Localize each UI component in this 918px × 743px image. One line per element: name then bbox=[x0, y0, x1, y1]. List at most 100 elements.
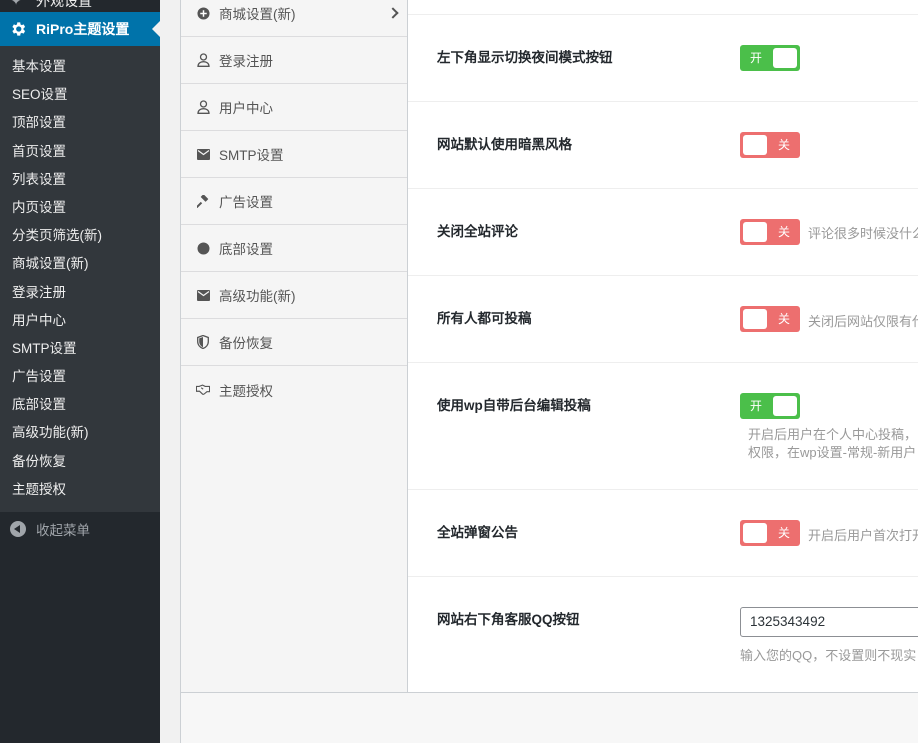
switch-knob bbox=[773, 396, 797, 416]
shield-icon bbox=[196, 335, 210, 349]
switch-knob bbox=[773, 48, 797, 68]
user-icon bbox=[196, 100, 210, 114]
switch-knob bbox=[743, 523, 767, 543]
handshake-icon bbox=[196, 383, 210, 397]
circle-icon bbox=[196, 241, 210, 255]
field-site-popup-notice: 全站弹窗公告 关 开启后用户首次打开 bbox=[408, 490, 918, 577]
nav-item-label: 高级功能(新) bbox=[219, 289, 296, 304]
settings-fields: 左下角显示切换夜间模式按钮 开 网站默认使用暗黑风格 关 关闭全站评论 关 评论… bbox=[408, 0, 918, 692]
nav-item-label: 商城设置(新) bbox=[219, 7, 296, 22]
submenu-item-advanced[interactable]: 高级功能(新) bbox=[0, 419, 160, 447]
submenu-item-category-filter[interactable]: 分类页筛选(新) bbox=[0, 222, 160, 250]
field-description: 权限，在wp设置-常规-新用户 bbox=[748, 445, 917, 460]
admin-submenu: 基本设置 SEO设置 顶部设置 首页设置 列表设置 内页设置 分类页筛选(新) … bbox=[0, 46, 160, 512]
settings-nav: 商城设置(新) 登录注册 用户中心 SMTP设置 广告设置 底部设置 高级功能(… bbox=[181, 0, 408, 692]
menu-item-label: 外观设置 bbox=[36, 0, 92, 10]
menu-item-ripro-settings[interactable]: RiPro主题设置 bbox=[0, 12, 160, 46]
nav-item-label: 登录注册 bbox=[219, 54, 273, 69]
submenu-item-user-center[interactable]: 用户中心 bbox=[0, 307, 160, 335]
field-close-comments: 关闭全站评论 关 评论很多时候没什么 bbox=[408, 189, 918, 276]
menu-item-appearance-cut[interactable]: ✦ 外观设置 bbox=[0, 0, 160, 12]
envelope-icon bbox=[196, 288, 210, 302]
nav-item-label: SMTP设置 bbox=[219, 148, 284, 163]
switch-knob bbox=[743, 135, 767, 155]
toggle-switch[interactable]: 关 bbox=[740, 306, 800, 332]
submenu-item-shop[interactable]: 商城设置(新) bbox=[0, 250, 160, 278]
field-description: 开启后用户首次打开 bbox=[808, 528, 918, 543]
plus-circle-icon bbox=[196, 6, 210, 20]
toggle-switch[interactable]: 关 bbox=[740, 219, 800, 245]
field-title: 全站弹窗公告 bbox=[437, 525, 518, 540]
switch-label: 关 bbox=[777, 138, 790, 152]
field-qq-service-button: 网站右下角客服QQ按钮 1325343492 输入您的QQ，不设置则不现实 bbox=[408, 577, 918, 692]
switch-label: 关 bbox=[777, 312, 790, 326]
field-title: 网站右下角客服QQ按钮 bbox=[437, 612, 580, 627]
submenu-item-header[interactable]: 顶部设置 bbox=[0, 109, 160, 137]
toggle-switch[interactable]: 开 bbox=[740, 393, 800, 419]
current-menu-arrow bbox=[152, 21, 160, 37]
submenu-item-list[interactable]: 列表设置 bbox=[0, 166, 160, 194]
submenu-item-license[interactable]: 主题授权 bbox=[0, 476, 160, 504]
nav-item-user-center[interactable]: 用户中心 bbox=[181, 84, 407, 131]
field-description: 关闭后网站仅限有代 bbox=[808, 314, 918, 329]
switch-label: 开 bbox=[750, 51, 763, 65]
nav-item-label: 主题授权 bbox=[219, 383, 273, 399]
toggle-switch[interactable]: 关 bbox=[740, 520, 800, 546]
field-title: 所有人都可投稿 bbox=[437, 311, 532, 326]
submenu-item-footer[interactable]: 底部设置 bbox=[0, 391, 160, 419]
nav-item-label: 备份恢复 bbox=[219, 336, 273, 351]
switch-knob bbox=[743, 309, 767, 329]
nav-item-label: 用户中心 bbox=[219, 101, 273, 116]
toggle-switch[interactable]: 关 bbox=[740, 132, 800, 158]
switch-label: 开 bbox=[750, 399, 763, 413]
collapse-menu-button[interactable]: 收起菜单 bbox=[0, 514, 160, 544]
admin-sidebar: ✦ 外观设置 RiPro主题设置 基本设置 SEO设置 顶部设置 首页设置 列表… bbox=[0, 0, 160, 743]
settings-panel: 商城设置(新) 登录注册 用户中心 SMTP设置 广告设置 底部设置 高级功能(… bbox=[180, 0, 918, 693]
field-row-cut bbox=[408, 0, 918, 15]
field-description: 评论很多时候没什么 bbox=[808, 226, 918, 241]
envelope-icon bbox=[196, 147, 210, 161]
chevron-right-icon bbox=[387, 7, 399, 19]
nav-item-advanced[interactable]: 高级功能(新) bbox=[181, 272, 407, 319]
qq-number-input[interactable]: 1325343492 bbox=[740, 607, 918, 637]
collapse-menu-label: 收起菜单 bbox=[36, 523, 90, 538]
settings-footer bbox=[180, 693, 918, 743]
field-description: 开启后用户在个人中心投稿， bbox=[748, 427, 918, 442]
submenu-item-single[interactable]: 内页设置 bbox=[0, 194, 160, 222]
field-night-mode-toggle: 左下角显示切换夜间模式按钮 开 bbox=[408, 15, 918, 102]
nav-item-smtp[interactable]: SMTP设置 bbox=[181, 131, 407, 178]
user-icon bbox=[196, 53, 210, 67]
switch-label: 关 bbox=[777, 225, 790, 239]
submenu-item-ads[interactable]: 广告设置 bbox=[0, 363, 160, 391]
nav-item-ads[interactable]: 广告设置 bbox=[181, 178, 407, 225]
submenu-item-home[interactable]: 首页设置 bbox=[0, 138, 160, 166]
nav-item-label: 底部设置 bbox=[219, 242, 273, 257]
settings-content: 商城设置(新) 登录注册 用户中心 SMTP设置 广告设置 底部设置 高级功能(… bbox=[180, 0, 918, 743]
field-title: 网站默认使用暗黑风格 bbox=[437, 137, 572, 152]
toggle-switch[interactable]: 开 bbox=[740, 45, 800, 71]
field-wp-backend-submit: 使用wp自带后台编辑投稿 开 开启后用户在个人中心投稿， 权限，在wp设置-常规… bbox=[408, 363, 918, 490]
menu-item-label: RiPro主题设置 bbox=[36, 21, 130, 37]
nav-item-login[interactable]: 登录注册 bbox=[181, 37, 407, 84]
field-title: 关闭全站评论 bbox=[437, 224, 518, 239]
nav-item-backup[interactable]: 备份恢复 bbox=[181, 319, 407, 366]
gear-icon bbox=[8, 19, 28, 39]
nav-item-shop[interactable]: 商城设置(新) bbox=[181, 0, 407, 37]
field-description: 输入您的QQ，不设置则不现实 bbox=[740, 648, 917, 663]
submenu-item-backup[interactable]: 备份恢复 bbox=[0, 448, 160, 476]
field-title: 使用wp自带后台编辑投稿 bbox=[437, 398, 591, 413]
nav-item-license[interactable]: 主题授权 bbox=[181, 366, 407, 413]
hammer-icon bbox=[196, 194, 210, 208]
field-anyone-can-submit: 所有人都可投稿 关 关闭后网站仅限有代 bbox=[408, 276, 918, 363]
submenu-item-seo[interactable]: SEO设置 bbox=[0, 81, 160, 109]
brush-icon: ✦ bbox=[11, 0, 22, 8]
submenu-item-basic[interactable]: 基本设置 bbox=[0, 53, 160, 81]
collapse-arrow-icon bbox=[10, 521, 26, 537]
submenu-item-login[interactable]: 登录注册 bbox=[0, 279, 160, 307]
switch-label: 关 bbox=[777, 526, 790, 540]
nav-item-label: 广告设置 bbox=[219, 195, 273, 210]
nav-item-footer[interactable]: 底部设置 bbox=[181, 225, 407, 272]
field-title: 左下角显示切换夜间模式按钮 bbox=[437, 50, 613, 65]
submenu-item-smtp[interactable]: SMTP设置 bbox=[0, 335, 160, 363]
field-default-dark-style: 网站默认使用暗黑风格 关 bbox=[408, 102, 918, 189]
